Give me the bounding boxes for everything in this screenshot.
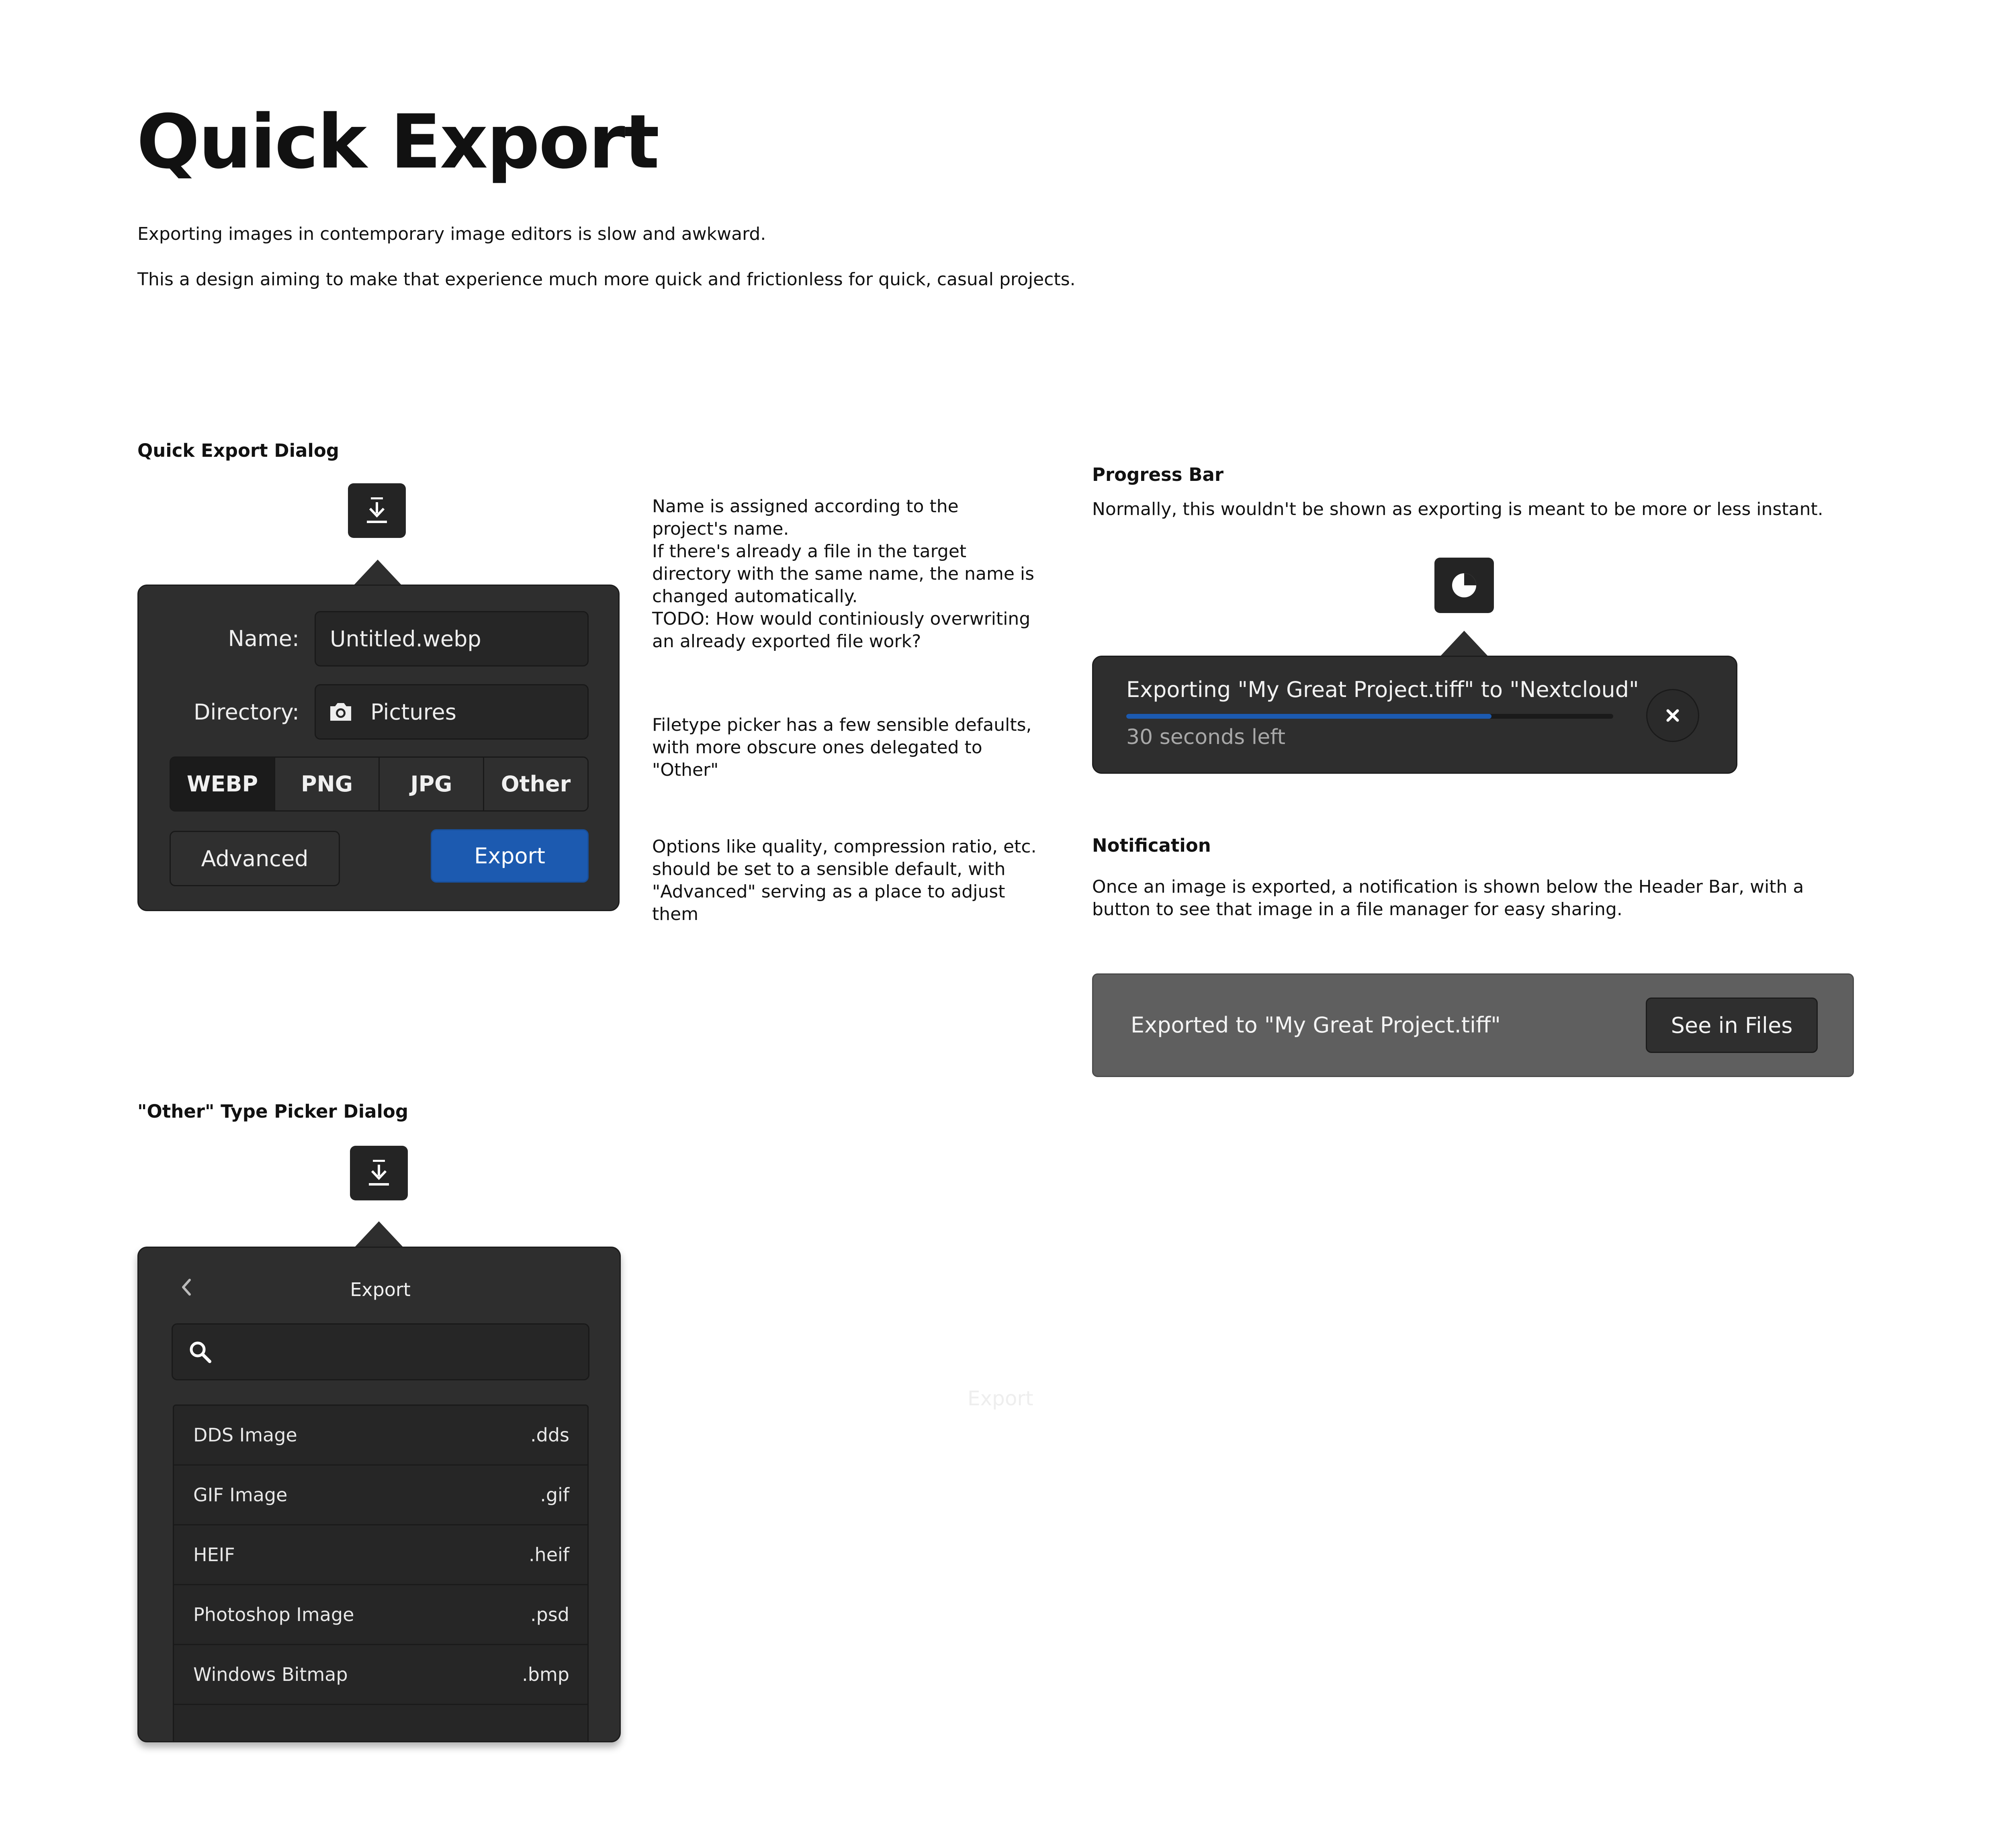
close-icon bbox=[1666, 709, 1679, 722]
progress-popover: Exporting "My Great Project.tiff" to "Ne… bbox=[1092, 656, 1737, 774]
intro-text: This a design aiming to make that experi… bbox=[137, 269, 1076, 290]
other-type-popover: Export DDS Image .dds GIF Image .gif HEI… bbox=[137, 1247, 621, 1742]
list-item[interactable]: Photoshop Image .psd bbox=[174, 1585, 587, 1645]
download-icon bbox=[367, 497, 387, 523]
see-in-files-button[interactable]: See in Files bbox=[1646, 998, 1818, 1053]
note-options: Options like quality, compression ratio,… bbox=[652, 836, 1038, 926]
filetype-name: DDS Image bbox=[193, 1424, 297, 1446]
directory-chooser[interactable]: Pictures bbox=[315, 684, 589, 740]
filetype-ext: .bmp bbox=[522, 1664, 569, 1685]
filetype-name: GIF Image bbox=[193, 1484, 288, 1506]
name-field[interactable]: Untitled.webp bbox=[315, 611, 589, 666]
name-field-value: Untitled.webp bbox=[330, 626, 481, 652]
note-text: If there's already a file in the target … bbox=[652, 541, 1035, 607]
note-name: Name is assigned according to the projec… bbox=[652, 495, 1038, 653]
progress-text: Exporting "My Great Project.tiff" to "Ne… bbox=[1126, 677, 1639, 702]
cancel-export-button[interactable] bbox=[1646, 689, 1699, 742]
filetype-picker: WEBP PNG JPG Other bbox=[170, 756, 589, 812]
list-item[interactable]: HEIF .heif bbox=[174, 1525, 587, 1585]
notification-toast: Exported to "My Great Project.tiff" See … bbox=[1092, 973, 1854, 1077]
export-header-button[interactable] bbox=[348, 483, 406, 538]
progress-description: Normally, this wouldn't be shown as expo… bbox=[1092, 499, 1823, 519]
pie-progress-icon bbox=[1452, 573, 1476, 597]
filetype-name: Photoshop Image bbox=[193, 1604, 354, 1625]
filetype-list: DDS Image .dds GIF Image .gif HEIF .heif… bbox=[173, 1404, 589, 1741]
filetype-ext: .dds bbox=[530, 1424, 569, 1446]
note-filetype: Filetype picker has a few sensible defau… bbox=[652, 714, 1038, 781]
faint-export-label: Export bbox=[968, 1387, 1033, 1410]
filetype-name: HEIF bbox=[193, 1544, 235, 1566]
filetype-webp[interactable]: WEBP bbox=[171, 758, 275, 810]
note-text: Filetype picker has a few sensible defau… bbox=[652, 715, 1032, 780]
export-header-button[interactable] bbox=[350, 1146, 408, 1200]
progress-fill bbox=[1126, 714, 1491, 719]
note-text: Name is assigned according to the projec… bbox=[652, 496, 959, 539]
progress-bar bbox=[1126, 714, 1613, 719]
section-heading-progress: Progress Bar bbox=[1092, 464, 1224, 485]
name-label: Name: bbox=[228, 626, 299, 651]
popover-arrow bbox=[355, 1221, 403, 1247]
list-item[interactable]: Windows Bitmap .bmp bbox=[174, 1645, 587, 1705]
popover-arrow bbox=[354, 560, 402, 585]
progress-header-button[interactable] bbox=[1434, 558, 1494, 613]
filetype-other[interactable]: Other bbox=[484, 758, 587, 810]
section-heading-other-picker: "Other" Type Picker Dialog bbox=[137, 1101, 409, 1122]
popover-arrow bbox=[1440, 631, 1488, 656]
export-button[interactable]: Export bbox=[431, 829, 589, 883]
search-icon bbox=[190, 1341, 211, 1363]
quick-export-popover: Name: Untitled.webp Directory: Pictures … bbox=[137, 585, 620, 911]
notification-message: Exported to "My Great Project.tiff" bbox=[1131, 1012, 1501, 1038]
camera-icon bbox=[330, 703, 351, 721]
list-item[interactable]: DDS Image .dds bbox=[174, 1406, 587, 1466]
download-icon bbox=[369, 1160, 389, 1186]
notification-description: Once an image is exported, a notificatio… bbox=[1092, 877, 1804, 920]
intro-text: Exporting images in contemporary image e… bbox=[137, 224, 766, 244]
search-input[interactable] bbox=[172, 1323, 589, 1380]
section-heading-notification: Notification bbox=[1092, 835, 1211, 856]
directory-label: Directory: bbox=[193, 699, 299, 725]
list-item[interactable]: GIF Image .gif bbox=[174, 1466, 587, 1525]
picker-title: Export bbox=[350, 1279, 411, 1300]
filetype-ext: .heif bbox=[528, 1544, 569, 1566]
filetype-ext: .gif bbox=[540, 1484, 569, 1506]
section-heading-quick-export: Quick Export Dialog bbox=[137, 440, 339, 461]
advanced-button[interactable]: Advanced bbox=[170, 831, 340, 886]
progress-time-left: 30 seconds left bbox=[1126, 725, 1285, 749]
filetype-ext: .psd bbox=[530, 1604, 569, 1625]
directory-value: Pictures bbox=[370, 699, 456, 725]
filetype-jpg[interactable]: JPG bbox=[380, 758, 484, 810]
filetype-png[interactable]: PNG bbox=[275, 758, 380, 810]
page-title: Quick Export bbox=[137, 98, 659, 185]
filetype-name: Windows Bitmap bbox=[193, 1664, 348, 1685]
note-text: Options like quality, compression ratio,… bbox=[652, 836, 1037, 924]
note-text: TODO: How would continiously overwriting… bbox=[652, 609, 1031, 652]
